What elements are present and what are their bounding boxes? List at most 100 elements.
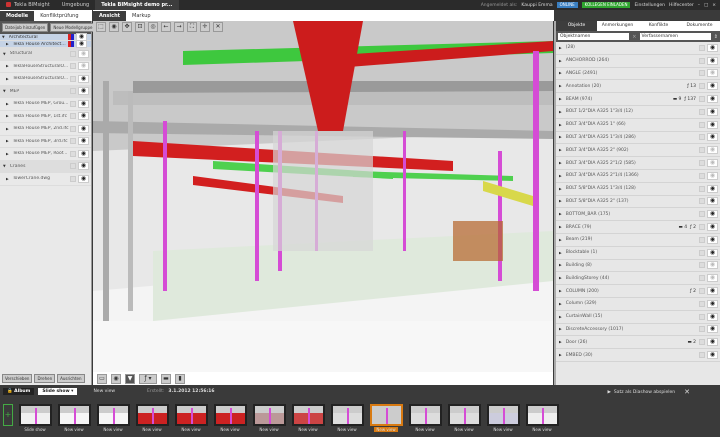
author-name-select[interactable]: Verfassernamen (639, 33, 711, 40)
object-name-select[interactable]: Objektnamen (558, 33, 630, 40)
select-icon[interactable]: ⬚ (96, 22, 106, 32)
eye-icon[interactable]: ◉ (707, 210, 718, 219)
minimize-icon[interactable]: – (698, 3, 700, 8)
eye-icon[interactable]: ◉ (707, 159, 718, 168)
tab-dokumente[interactable]: Dokumente (679, 21, 720, 31)
expand-right-icon[interactable]: ▶ (559, 174, 562, 178)
expand-right-icon[interactable]: ▶ (559, 59, 562, 63)
expand-right-icon[interactable]: ▶ (559, 123, 562, 127)
eye-icon[interactable]: ◉ (707, 312, 718, 321)
eye-icon[interactable]: ◉ (707, 274, 718, 283)
eye-icon[interactable]: ◉ (707, 351, 718, 360)
section-icon[interactable]: ▭ (97, 374, 107, 384)
expand-right-icon[interactable]: ▶ (559, 187, 562, 191)
align-button[interactable]: Ausrichten (57, 374, 85, 383)
object-type-row[interactable]: ▶ BuildingStorey (44) ◉ (556, 272, 720, 286)
tab-objekte[interactable]: Objekte (556, 21, 597, 31)
view-thumbnail[interactable]: New view (486, 404, 520, 432)
expand-down-icon[interactable]: ▼ (3, 89, 6, 93)
object-type-row[interactable]: ▶ CurtainWall (15) ◉ (556, 311, 720, 324)
model-row[interactable]: ▶ Tekla House MEP, 3rd.ifc ◉ (0, 136, 91, 148)
pan-icon[interactable]: ✥ (122, 22, 132, 32)
expand-down-icon[interactable]: ▼ (3, 52, 6, 56)
color-toggle[interactable] (699, 70, 705, 77)
object-type-row[interactable]: ▶ BOLT 3/4"DIA A325 2"1/2 (585) ◉ (556, 157, 720, 170)
tab-markup[interactable]: Markup (126, 11, 157, 21)
color-toggle[interactable] (699, 134, 705, 141)
color-toggle[interactable] (699, 198, 705, 205)
visibility-icon[interactable]: ◉ (111, 374, 121, 384)
object-type-row[interactable]: ▶ Beam (219) ◉ (556, 234, 720, 247)
orbit-icon[interactable]: ◉ (109, 22, 119, 32)
color-toggle[interactable] (699, 224, 705, 231)
expand-right-icon[interactable]: ▶ (559, 302, 562, 306)
color-cube-icon[interactable] (68, 41, 74, 47)
model-row[interactable]: ▶ TeklaHouseStructuralO... ◉ (0, 61, 91, 73)
expand-right-icon[interactable]: ▶ (559, 97, 562, 101)
eye-icon[interactable]: ◉ (707, 299, 718, 308)
expand-right-icon[interactable]: ▶ (559, 289, 562, 293)
expand-right-icon[interactable]: ▶ (559, 110, 562, 114)
eye-icon[interactable]: ◉ (707, 56, 718, 65)
eye-icon[interactable]: ◉ (707, 184, 718, 193)
markup-icon[interactable]: ▼ (125, 374, 135, 384)
expand-right-icon[interactable]: ▶ (559, 84, 562, 88)
eye-icon[interactable]: ◉ (76, 40, 87, 48)
view-thumbnail[interactable]: New view (135, 404, 169, 432)
flag-count[interactable]: ƒ 13 (687, 84, 696, 89)
eye-icon[interactable]: ◉ (78, 174, 89, 183)
eye-icon[interactable]: ◉ (707, 133, 718, 142)
color-toggle[interactable] (699, 300, 705, 307)
undo-icon[interactable]: ← (161, 22, 171, 32)
object-type-row[interactable]: ▶ BOLT 1/2"DIA A325 1"3/4 (12) ◉ (556, 106, 720, 119)
object-type-row[interactable]: ▶ BOLT 5/8"DIA A325 2" (137) ◉ (556, 196, 720, 209)
object-type-row[interactable]: ▶ BOLT 5/8"DIA A325 1"3/4 (128) ◉ (556, 183, 720, 196)
user-name[interactable]: Kauppi Emma (521, 3, 552, 8)
add-view-button[interactable]: + (3, 404, 13, 426)
expand-right-icon[interactable]: ▶ (559, 340, 562, 344)
expand-right-icon[interactable]: ▶ (559, 135, 562, 139)
color-toggle[interactable] (699, 249, 705, 256)
view-thumbnail[interactable]: New view (330, 404, 364, 432)
album-button[interactable]: 🔒 Album (3, 388, 35, 395)
expand-right-icon[interactable]: ▶ (559, 276, 562, 280)
eye-icon[interactable]: ◉ (707, 82, 718, 91)
object-type-row[interactable]: ▶ ANGLE (2491) ◉ (556, 68, 720, 81)
object-type-row[interactable]: ▶ BOLT 3/4"DIA A325 1" (66) ◉ (556, 119, 720, 132)
expand-right-icon[interactable]: ▶ (559, 148, 562, 152)
measure-icon[interactable]: ƒ ▾ (139, 374, 157, 384)
view-thumbnail[interactable]: New view (408, 404, 442, 432)
eye-icon[interactable]: ◉ (78, 62, 89, 71)
expand-right-icon[interactable]: ▶ (559, 212, 562, 216)
color-toggle[interactable] (70, 63, 76, 70)
eye-icon[interactable]: ◉ (78, 99, 89, 108)
color-toggle[interactable] (699, 262, 705, 269)
color-toggle[interactable] (699, 108, 705, 115)
expand-right-icon[interactable]: ▶ (559, 327, 562, 331)
view-thumbnail[interactable]: New view (213, 404, 247, 432)
current-view-name[interactable]: New view (93, 389, 115, 394)
expand-right-icon[interactable]: ▶ (6, 64, 9, 68)
color-toggle[interactable] (699, 83, 705, 90)
eye-icon[interactable]: ◉ (707, 235, 718, 244)
color-toggle[interactable] (699, 44, 705, 51)
view-thumbnail[interactable]: New view (252, 404, 286, 432)
eye-icon[interactable]: ◉ (78, 149, 89, 158)
color-toggle[interactable] (699, 326, 705, 333)
expand-right-icon[interactable]: ▶ (559, 251, 562, 255)
eye-icon[interactable]: ◉ (78, 162, 89, 171)
slideshow-select[interactable]: Slide show ▾ (38, 388, 78, 395)
object-type-row[interactable]: ▶ BEAM (974) ▬ 9ƒ 137 ◉ (556, 93, 720, 106)
color-toggle[interactable] (70, 75, 76, 82)
object-type-row[interactable]: ▶ (28) ◉ (556, 42, 720, 55)
eye-icon[interactable]: ◉ (78, 87, 89, 96)
color-toggle[interactable] (699, 185, 705, 192)
new-model-group-button[interactable]: Neue Modellgruppe (50, 23, 96, 32)
add-file-button[interactable]: Dateijob hinzufügen (2, 23, 49, 32)
color-toggle[interactable] (70, 113, 76, 120)
color-toggle[interactable] (699, 147, 705, 154)
walk-icon[interactable]: ✛ (200, 22, 210, 32)
object-type-row[interactable]: ▶ Annotation (20) ƒ 13 ◉ (556, 80, 720, 94)
document-icon[interactable]: ▮ (175, 374, 185, 384)
maximize-icon[interactable]: □ (704, 3, 708, 8)
